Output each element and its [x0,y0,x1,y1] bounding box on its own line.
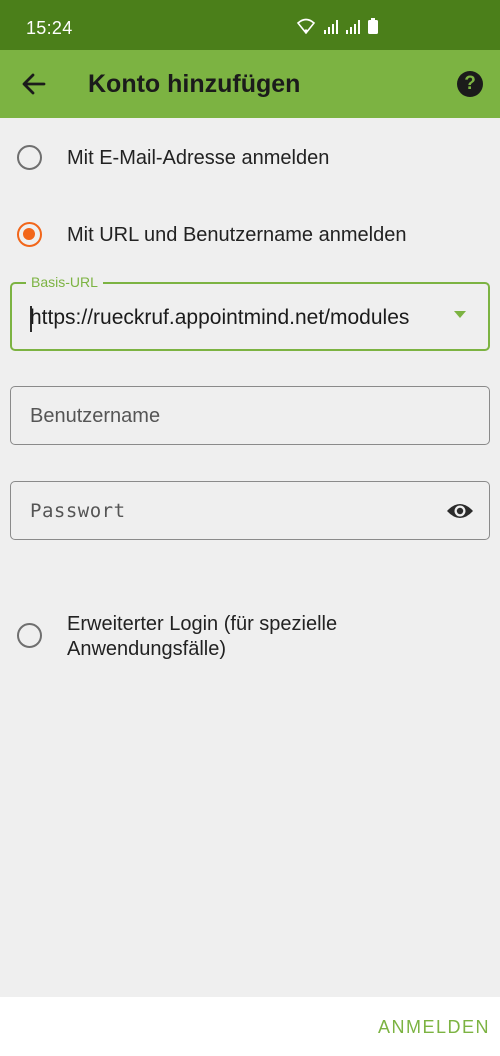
dropdown-arrow-icon[interactable] [454,311,466,318]
status-time: 15:24 [26,18,73,38]
option-url-login[interactable]: Mit URL und Benutzername anmelden [0,210,500,260]
advanced-login-label-line2: Anwendungsfälle) [67,638,226,660]
base-url-label: Basis-URL [26,274,103,290]
back-arrow-icon[interactable] [20,70,48,98]
wifi-icon [296,18,316,39]
base-url-value[interactable]: https://rueckruf.appointmind.net/modules [30,306,428,330]
status-bar: 15:24 [0,0,500,50]
username-field[interactable]: Benutzername [10,386,490,445]
status-icons [296,18,378,39]
email-login-label: Mit E-Mail-Adresse anmelden [67,147,330,169]
option-email-login[interactable]: Mit E-Mail-Adresse anmelden [0,132,500,182]
url-login-label: Mit URL und Benutzername anmelden [67,224,407,246]
username-placeholder[interactable]: Benutzername [30,405,160,428]
email-login-radio[interactable] [17,145,42,170]
password-field[interactable]: Passwort [10,481,490,540]
url-login-radio[interactable] [17,222,42,247]
eye-icon[interactable] [445,499,475,523]
bottom-action-bar: ANMELDEN [0,997,500,1056]
password-placeholder[interactable]: Passwort [30,500,126,522]
base-url-field[interactable]: Basis-URL https://rueckruf.appointmind.n… [10,274,490,351]
advanced-login-label-line1: Erweiterter Login (für spezielle [67,613,338,635]
battery-icon [368,18,378,39]
login-button[interactable]: ANMELDEN [378,1017,490,1038]
help-icon[interactable]: ? [457,71,483,97]
app-bar: Konto hinzufügen ? [0,50,500,118]
page-title: Konto hinzufügen [88,70,301,98]
advanced-login-radio[interactable] [17,623,42,648]
signal-icon [346,20,360,39]
option-advanced-login[interactable]: Erweiterter Login (für spezielle Anwendu… [0,608,500,668]
signal-icon [324,20,338,39]
